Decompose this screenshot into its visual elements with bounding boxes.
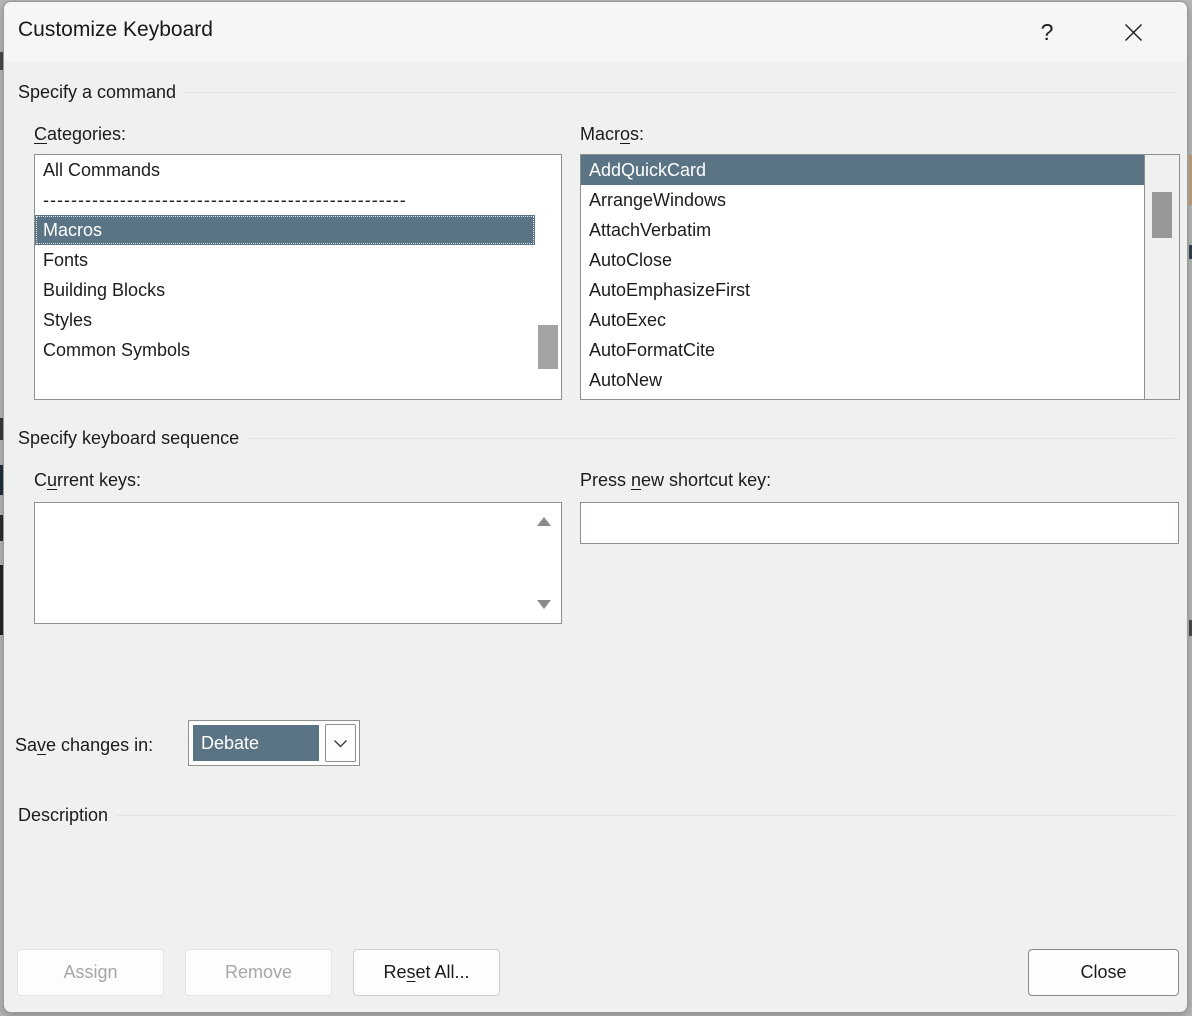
- list-item[interactable]: Styles: [35, 305, 535, 335]
- macros-listbox[interactable]: AddQuickCard ArrangeWindows AttachVerbat…: [580, 154, 1180, 400]
- list-item[interactable]: ArrangeWindows: [581, 185, 1144, 215]
- customize-keyboard-dialog: Customize Keyboard ? Specify a command C…: [3, 1, 1188, 1013]
- section-divider: [248, 438, 1174, 439]
- section-divider: [185, 92, 1174, 93]
- categories-listbox[interactable]: All Commands ---------------------------…: [34, 154, 562, 400]
- new-shortcut-label: Press new shortcut key:: [580, 470, 771, 491]
- scrollbar-thumb[interactable]: [1152, 192, 1172, 238]
- list-item[interactable]: AttachVerbatim: [581, 215, 1144, 245]
- list-item[interactable]: Building Blocks: [35, 275, 535, 305]
- list-item[interactable]: All Commands: [35, 155, 535, 185]
- help-icon: ?: [1041, 19, 1054, 46]
- new-shortcut-input[interactable]: [580, 502, 1179, 544]
- save-changes-in-combobox[interactable]: Debate: [188, 720, 360, 766]
- list-item[interactable]: AutoExec: [581, 305, 1144, 335]
- list-item[interactable]: AutoNew: [581, 365, 1144, 395]
- section-header: Description: [18, 805, 108, 826]
- list-item[interactable]: AutoEmphasizeFirst: [581, 275, 1144, 305]
- list-item-selected[interactable]: Macros: [35, 215, 535, 245]
- list-item[interactable]: Common Symbols: [35, 335, 535, 365]
- close-dialog-button[interactable]: Close: [1028, 949, 1179, 996]
- section-divider: [117, 815, 1174, 816]
- reset-all-button[interactable]: Reset All...: [353, 949, 500, 996]
- scroll-up-icon[interactable]: [537, 517, 551, 526]
- section-header: Specify a command: [18, 82, 176, 103]
- current-keys-label: Current keys:: [34, 470, 141, 491]
- categories-scrollbar[interactable]: [535, 155, 561, 399]
- close-button[interactable]: [1112, 12, 1154, 52]
- macros-scrollbar[interactable]: [1144, 155, 1179, 399]
- remove-button[interactable]: Remove: [185, 949, 332, 996]
- title-bar: Customize Keyboard ?: [4, 2, 1187, 62]
- list-item[interactable]: AutoClose: [581, 245, 1144, 275]
- help-button[interactable]: ?: [1026, 12, 1068, 52]
- scrollbar-thumb[interactable]: [538, 325, 558, 369]
- list-item-selected[interactable]: AddQuickCard: [581, 155, 1144, 185]
- scroll-down-icon[interactable]: [537, 600, 551, 609]
- close-icon: [1124, 23, 1143, 42]
- categories-label: Categories:: [34, 124, 126, 145]
- list-separator: ----------------------------------------…: [35, 185, 535, 215]
- combobox-selected-value: Debate: [193, 725, 319, 761]
- current-keys-listbox[interactable]: [34, 502, 562, 624]
- section-description: Description: [18, 801, 1174, 829]
- combobox-dropdown-button[interactable]: [325, 724, 356, 762]
- save-changes-in-label: Save changes in:: [15, 735, 153, 756]
- chevron-down-icon: [333, 739, 348, 748]
- assign-button[interactable]: Assign: [17, 949, 164, 996]
- list-item[interactable]: AutoFormatCite: [581, 335, 1144, 365]
- macros-label: Macros:: [580, 124, 644, 145]
- section-header: Specify keyboard sequence: [18, 428, 239, 449]
- dialog-title: Customize Keyboard: [18, 18, 213, 42]
- list-item[interactable]: Fonts: [35, 245, 535, 275]
- section-keyboard-sequence: Specify keyboard sequence: [18, 424, 1174, 452]
- section-specify-command: Specify a command: [18, 78, 1174, 106]
